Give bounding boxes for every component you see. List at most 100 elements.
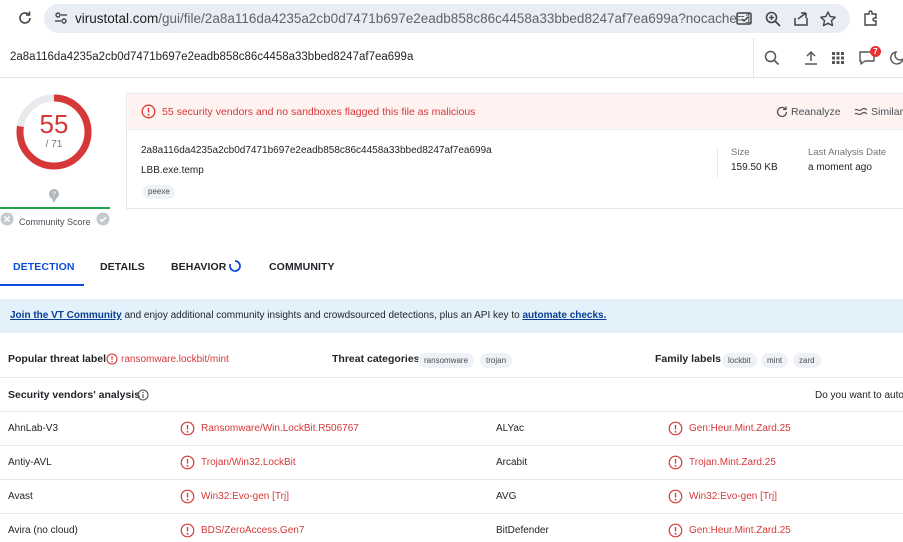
community-score-label: Community Score xyxy=(19,217,91,227)
popular-threat-icon xyxy=(106,353,118,365)
search-icon[interactable] xyxy=(763,49,781,67)
vendor-name: ALYac xyxy=(496,423,524,434)
reload-button[interactable] xyxy=(14,7,36,29)
file-name: LBB.exe.temp xyxy=(141,165,204,176)
tab-details[interactable]: DETAILS xyxy=(100,261,145,273)
community-score-bar xyxy=(0,207,110,209)
reload-icon xyxy=(19,11,31,24)
malicious-alert-icon xyxy=(180,455,195,470)
malicious-alert-icon xyxy=(668,421,683,436)
malicious-alert-icon xyxy=(180,523,195,538)
svg-text:?: ? xyxy=(52,192,56,199)
search-input[interactable]: 2a8a116da4235a2cb0d7471b697e2eadb858c86c… xyxy=(10,51,413,63)
table-row: Antiy-AVL Trojan/Win32.LockBit Arcabit T… xyxy=(0,446,903,480)
size-label: Size xyxy=(731,147,750,158)
vt-search-bar: 2a8a116da4235a2cb0d7471b697e2eadb858c86c… xyxy=(0,38,903,78)
table-row: Avast Win32:Evo-gen [Trj] AVG Win32:Evo-… xyxy=(0,480,903,514)
threat-category-chip[interactable]: ransomware xyxy=(418,353,475,368)
malicious-alert-icon xyxy=(668,523,683,538)
popular-threat-label: Popular threat label xyxy=(8,353,107,365)
file-summary-card: 55 security vendors and no sandboxes fla… xyxy=(126,93,903,209)
vote-harmless-icon[interactable] xyxy=(96,212,110,226)
vendor-name: Arcabit xyxy=(496,457,528,468)
vendor-name: BitDefender xyxy=(496,525,549,536)
family-label-chip[interactable]: zard xyxy=(793,353,821,368)
vendor-name: Avira (no cloud) xyxy=(8,525,78,536)
vendor-name: AVG xyxy=(496,491,517,502)
alert-text: 55 security vendors and no sandboxes fla… xyxy=(162,106,476,118)
reanalyze-button[interactable]: Reanalyze xyxy=(791,106,841,118)
vendor-result: Trojan.Mint.Zard.25 xyxy=(689,457,776,468)
threat-summary-row: Popular threat label ransomware.lockbit/… xyxy=(0,342,903,378)
malicious-alert: 55 security vendors and no sandboxes fla… xyxy=(127,94,903,130)
share-icon[interactable] xyxy=(792,10,810,28)
tab-behavior[interactable]: BEHAVIOR xyxy=(171,261,226,273)
last-analysis-value: a moment ago xyxy=(808,162,872,173)
detection-score: 55 / 71 xyxy=(14,92,94,172)
threat-categories-label: Threat categories xyxy=(332,353,420,365)
dark-mode-icon[interactable] xyxy=(888,49,903,67)
vote-malicious-icon[interactable] xyxy=(0,212,14,226)
tab-community[interactable]: COMMUNITY xyxy=(269,261,335,273)
active-tab-indicator xyxy=(0,284,84,286)
vendor-result: Win32:Evo-gen [Trj] xyxy=(201,491,289,502)
file-hash: 2a8a116da4235a2cb0d7471b697e2eadb858c86c… xyxy=(141,145,492,156)
banner-body: and enjoy additional community insights … xyxy=(121,310,523,321)
upload-icon[interactable] xyxy=(802,49,820,67)
malicious-alert-icon xyxy=(668,489,683,504)
vendors-header: Security vendors' analysis Do you want t… xyxy=(0,379,903,412)
url-text[interactable]: virustotal.com/gui/file/2a8a116da4235a2c… xyxy=(75,11,752,26)
size-value: 159.50 KB xyxy=(731,162,778,173)
community-pin-icon: ? xyxy=(49,189,59,203)
notification-badge: 7 xyxy=(870,46,881,57)
banner-text: Join the VT Community and enjoy addition… xyxy=(10,310,606,321)
reanalyze-icon[interactable] xyxy=(775,105,789,119)
vendor-name: Antiy-AVL xyxy=(8,457,52,468)
automate-checks-link[interactable]: automate checks. xyxy=(522,310,606,321)
join-community-link[interactable]: Join the VT Community xyxy=(10,310,122,321)
similar-icon[interactable] xyxy=(854,106,868,118)
family-label-chip[interactable]: mint xyxy=(761,353,789,368)
zoom-icon[interactable] xyxy=(764,10,782,28)
vendor-result: BDS/ZeroAccess.Gen7 xyxy=(201,525,305,536)
cast-icon[interactable] xyxy=(735,10,753,28)
site-settings-icon[interactable] xyxy=(53,10,69,26)
loading-spinner-icon xyxy=(229,260,241,272)
url-domain: virustotal.com xyxy=(75,11,159,26)
malicious-alert-icon xyxy=(668,455,683,470)
family-label-chip[interactable]: lockbit xyxy=(722,353,757,368)
apps-grid-icon[interactable] xyxy=(829,49,847,67)
malicious-alert-icon xyxy=(180,489,195,504)
community-banner: Join the VT Community and enjoy addition… xyxy=(0,299,903,333)
score-total: / 71 xyxy=(45,139,63,150)
family-labels-label: Family labels xyxy=(655,353,721,365)
file-tag[interactable]: peexe xyxy=(143,185,175,199)
vendor-result: Ransomware/Win.LockBit.R506767 xyxy=(201,423,359,434)
url-path: /gui/file/2a8a116da4235a2cb0d7471b697e2e… xyxy=(158,11,753,26)
extensions-icon[interactable] xyxy=(862,9,880,27)
search-divider xyxy=(753,38,754,78)
table-row: Avira (no cloud) BDS/ZeroAccess.Gen7 Bit… xyxy=(0,514,903,542)
meta-divider xyxy=(717,148,718,178)
alert-circle-icon xyxy=(141,104,156,119)
vendor-result: Trojan/Win32.LockBit xyxy=(201,457,296,468)
bookmark-star-icon[interactable] xyxy=(819,10,837,28)
automate-prompt[interactable]: Do you want to auto xyxy=(815,390,903,401)
report-tabs: DETECTION DETAILS BEHAVIOR COMMUNITY xyxy=(0,252,903,286)
similar-button[interactable]: Similar xyxy=(871,106,903,118)
score-detections: 55 xyxy=(39,109,69,139)
vendor-name: AhnLab-V3 xyxy=(8,423,59,434)
threat-category-chip[interactable]: trojan xyxy=(480,353,513,368)
popular-threat-value[interactable]: ransomware.lockbit/mint xyxy=(121,354,229,365)
info-icon[interactable] xyxy=(137,389,149,401)
vendor-result: Gen:Heur.Mint.Zard.25 xyxy=(689,525,791,536)
address-bar[interactable]: virustotal.com/gui/file/2a8a116da4235a2c… xyxy=(44,4,850,33)
last-analysis-label: Last Analysis Date xyxy=(808,147,887,158)
vendor-result: Gen:Heur.Mint.Zard.25 xyxy=(689,423,791,434)
malicious-alert-icon xyxy=(180,421,195,436)
vendor-result: Win32:Evo-gen [Trj] xyxy=(689,491,777,502)
vendor-name: Avast xyxy=(8,491,33,502)
browser-toolbar: virustotal.com/gui/file/2a8a116da4235a2c… xyxy=(0,0,903,38)
table-row: AhnLab-V3 Ransomware/Win.LockBit.R506767… xyxy=(0,412,903,446)
tab-detection[interactable]: DETECTION xyxy=(13,261,75,273)
